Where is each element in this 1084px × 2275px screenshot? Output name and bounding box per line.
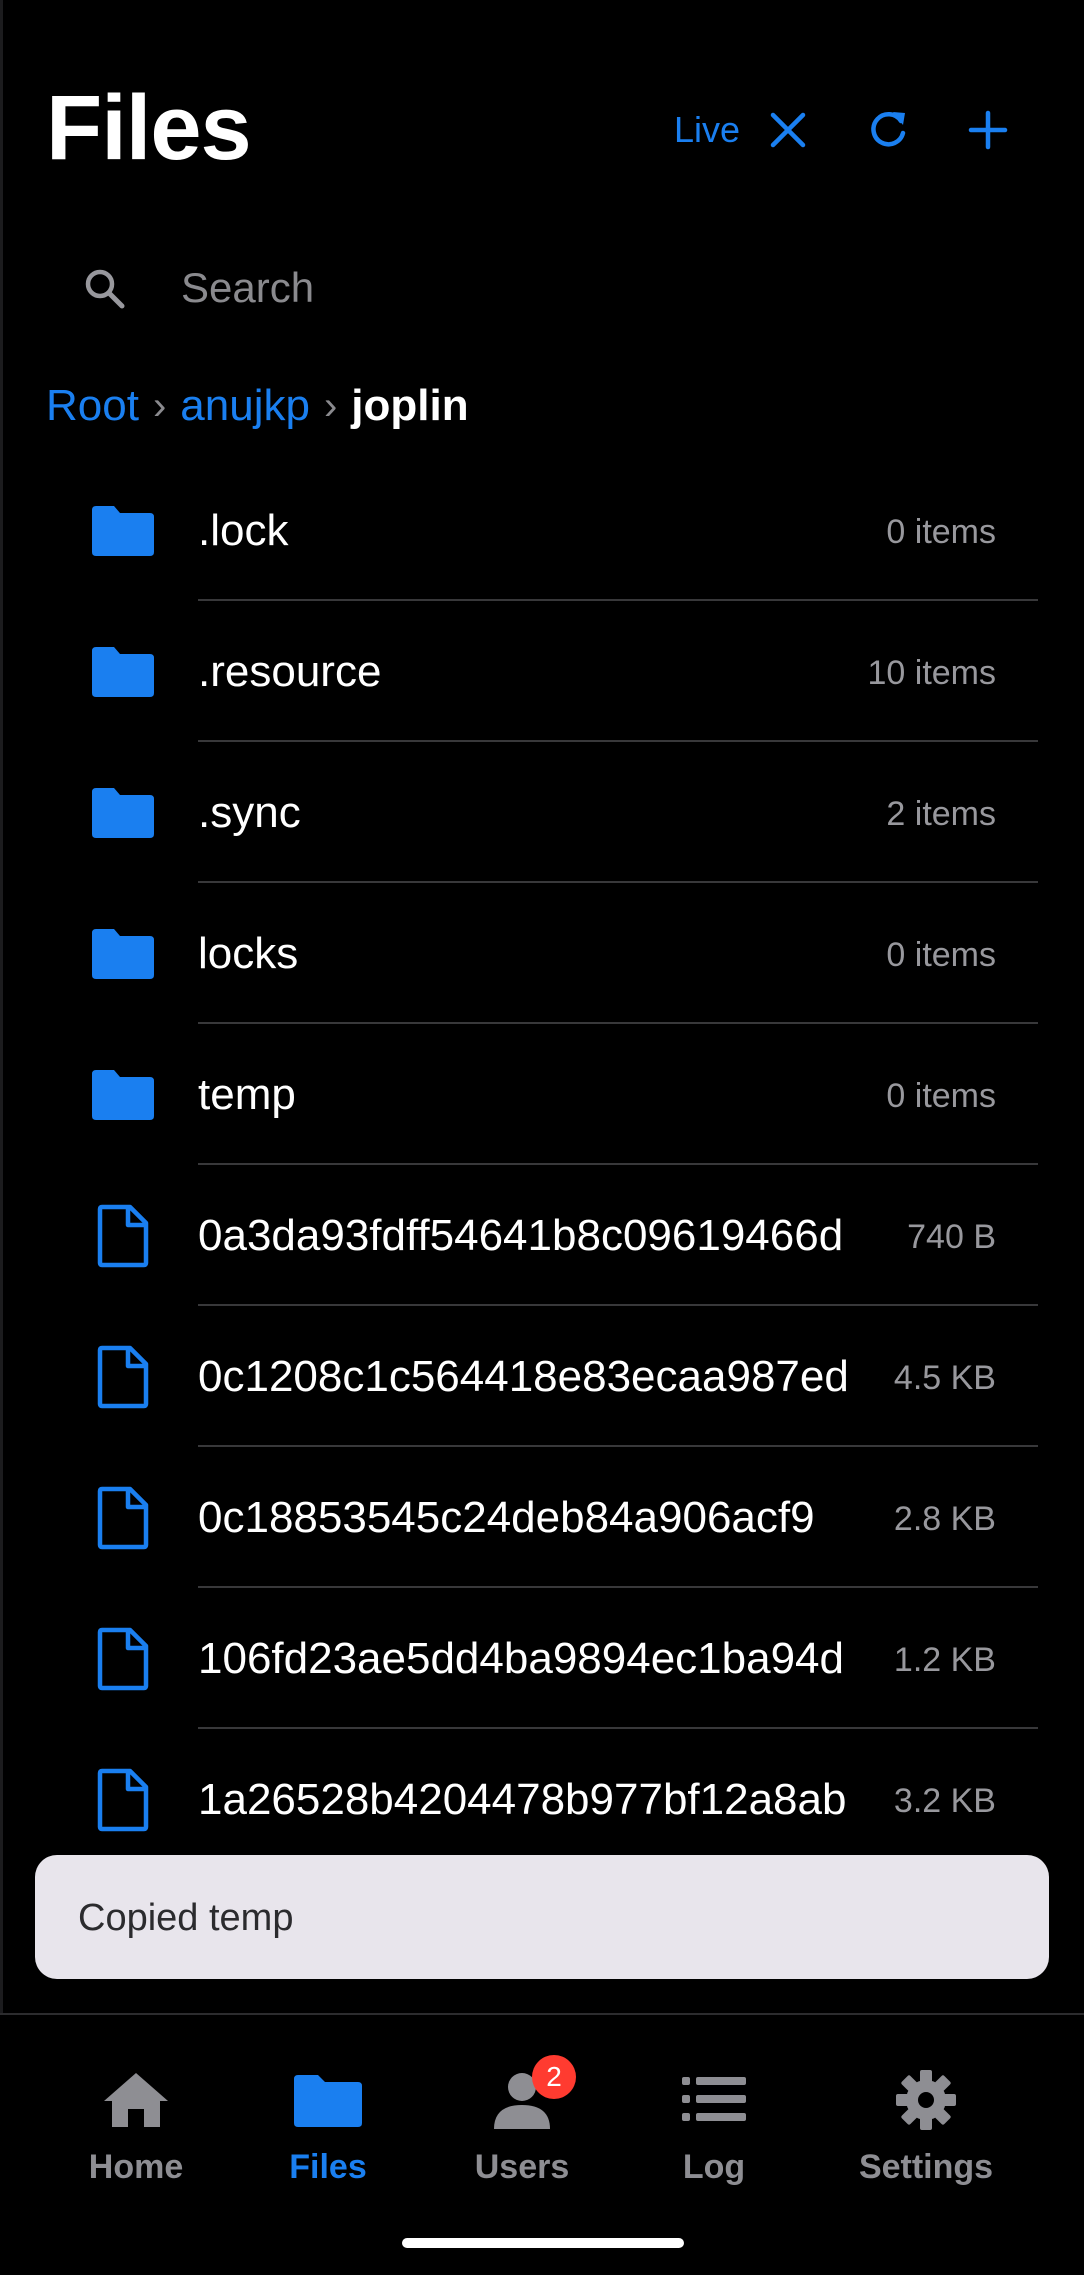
folder-icon	[92, 1070, 154, 1120]
search-bar	[46, 240, 1038, 336]
item-name: 0c18853545c24deb84a906acf9	[198, 1493, 815, 1542]
home-indicator[interactable]	[402, 2238, 684, 2248]
item-meta: 740 B	[903, 1217, 996, 1257]
item-meta: 0 items	[882, 935, 996, 975]
close-icon	[770, 112, 806, 148]
close-button[interactable]	[758, 100, 818, 160]
breadcrumb: Root › anujkp › joplin	[46, 378, 469, 434]
live-toggle[interactable]: Live	[674, 108, 740, 152]
breadcrumb-user[interactable]: anujkp	[180, 381, 310, 431]
list-item-folder[interactable]: .sync 2 items	[0, 742, 1084, 883]
refresh-icon	[871, 112, 906, 147]
tab-users[interactable]: 2 Users	[432, 2055, 612, 2195]
item-name: .sync	[198, 788, 301, 837]
item-name: 106fd23ae5dd4ba9894ec1ba94d	[198, 1634, 844, 1683]
folder-icon	[92, 788, 154, 838]
folder-icon	[92, 647, 154, 697]
file-icon	[97, 1486, 149, 1550]
item-name: locks	[198, 929, 299, 978]
file-icon	[97, 1627, 149, 1691]
item-meta: 3.2 KB	[889, 1781, 996, 1821]
item-name: .lock	[198, 506, 289, 555]
page-title: Files	[46, 77, 252, 179]
item-meta: 0 items	[882, 512, 996, 552]
home-icon	[104, 2073, 168, 2127]
list-item-file[interactable]: 0a3da93fdff54641b8c09619466d 740 B	[0, 1165, 1084, 1306]
tab-bar: Home Files 2 Users Log Settings	[0, 2013, 1084, 2275]
tab-label: Files	[289, 2148, 367, 2186]
list-item-file[interactable]: 106fd23ae5dd4ba9894ec1ba94d 1.2 KB	[0, 1588, 1084, 1729]
list-icon	[682, 2077, 746, 2121]
search-icon	[85, 269, 125, 309]
tab-label: Log	[682, 2148, 746, 2186]
item-name: 1a26528b4204478b977bf12a8ab	[198, 1775, 847, 1824]
folder-icon	[92, 929, 154, 979]
header: Files Live	[0, 0, 1084, 220]
toast-notification: Copied temp	[35, 1855, 1049, 1979]
item-meta: 4.5 KB	[889, 1358, 996, 1398]
refresh-button[interactable]	[858, 100, 918, 160]
item-meta: 1.2 KB	[889, 1640, 996, 1680]
tab-settings[interactable]: Settings	[836, 2055, 1016, 2195]
file-icon	[97, 1204, 149, 1268]
list-item-folder[interactable]: .resource 10 items	[0, 601, 1084, 742]
file-list: .lock 0 items .resource 10 items .sync 2…	[0, 460, 1084, 2000]
list-item-folder[interactable]: .lock 0 items	[0, 460, 1084, 601]
list-item-folder[interactable]: temp 0 items	[0, 1024, 1084, 1165]
folder-icon	[294, 2075, 362, 2127]
plus-icon	[968, 110, 1008, 150]
item-name: 0a3da93fdff54641b8c09619466d	[198, 1211, 844, 1260]
breadcrumb-separator: ›	[152, 383, 167, 428]
file-icon	[97, 1345, 149, 1409]
list-item-folder[interactable]: locks 0 items	[0, 883, 1084, 1024]
item-meta: 10 items	[863, 653, 996, 693]
list-item-file[interactable]: 0c1208c1c564418e83ecaa987ed 4.5 KB	[0, 1306, 1084, 1447]
tab-label: Home	[88, 2148, 184, 2186]
breadcrumb-separator: ›	[323, 383, 338, 428]
item-meta: 2 items	[882, 794, 996, 834]
toast-message: Copied temp	[78, 1897, 294, 1939]
breadcrumb-root[interactable]: Root	[46, 381, 139, 431]
item-name: 0c1208c1c564418e83ecaa987ed	[198, 1352, 849, 1401]
list-item-file[interactable]: 1a26528b4204478b977bf12a8ab 3.2 KB	[0, 1729, 1084, 1870]
gear-icon	[896, 2070, 956, 2130]
tab-home[interactable]: Home	[46, 2055, 226, 2195]
folder-icon	[92, 506, 154, 556]
item-name: temp	[198, 1070, 296, 1119]
add-button[interactable]	[958, 100, 1018, 160]
item-meta: 0 items	[882, 1076, 996, 1116]
item-meta: 2.8 KB	[889, 1499, 996, 1539]
notification-badge: 2	[532, 2055, 576, 2099]
tab-files[interactable]: Files	[238, 2055, 418, 2195]
search-input[interactable]	[181, 254, 1021, 322]
tab-label: Settings	[858, 2148, 994, 2186]
tab-log[interactable]: Log	[624, 2055, 804, 2195]
list-item-file[interactable]: 0c18853545c24deb84a906acf9 2.8 KB	[0, 1447, 1084, 1588]
breadcrumb-current: joplin	[351, 381, 469, 430]
tab-label: Users	[474, 2148, 570, 2186]
item-name: .resource	[198, 647, 382, 696]
file-icon	[97, 1768, 149, 1832]
